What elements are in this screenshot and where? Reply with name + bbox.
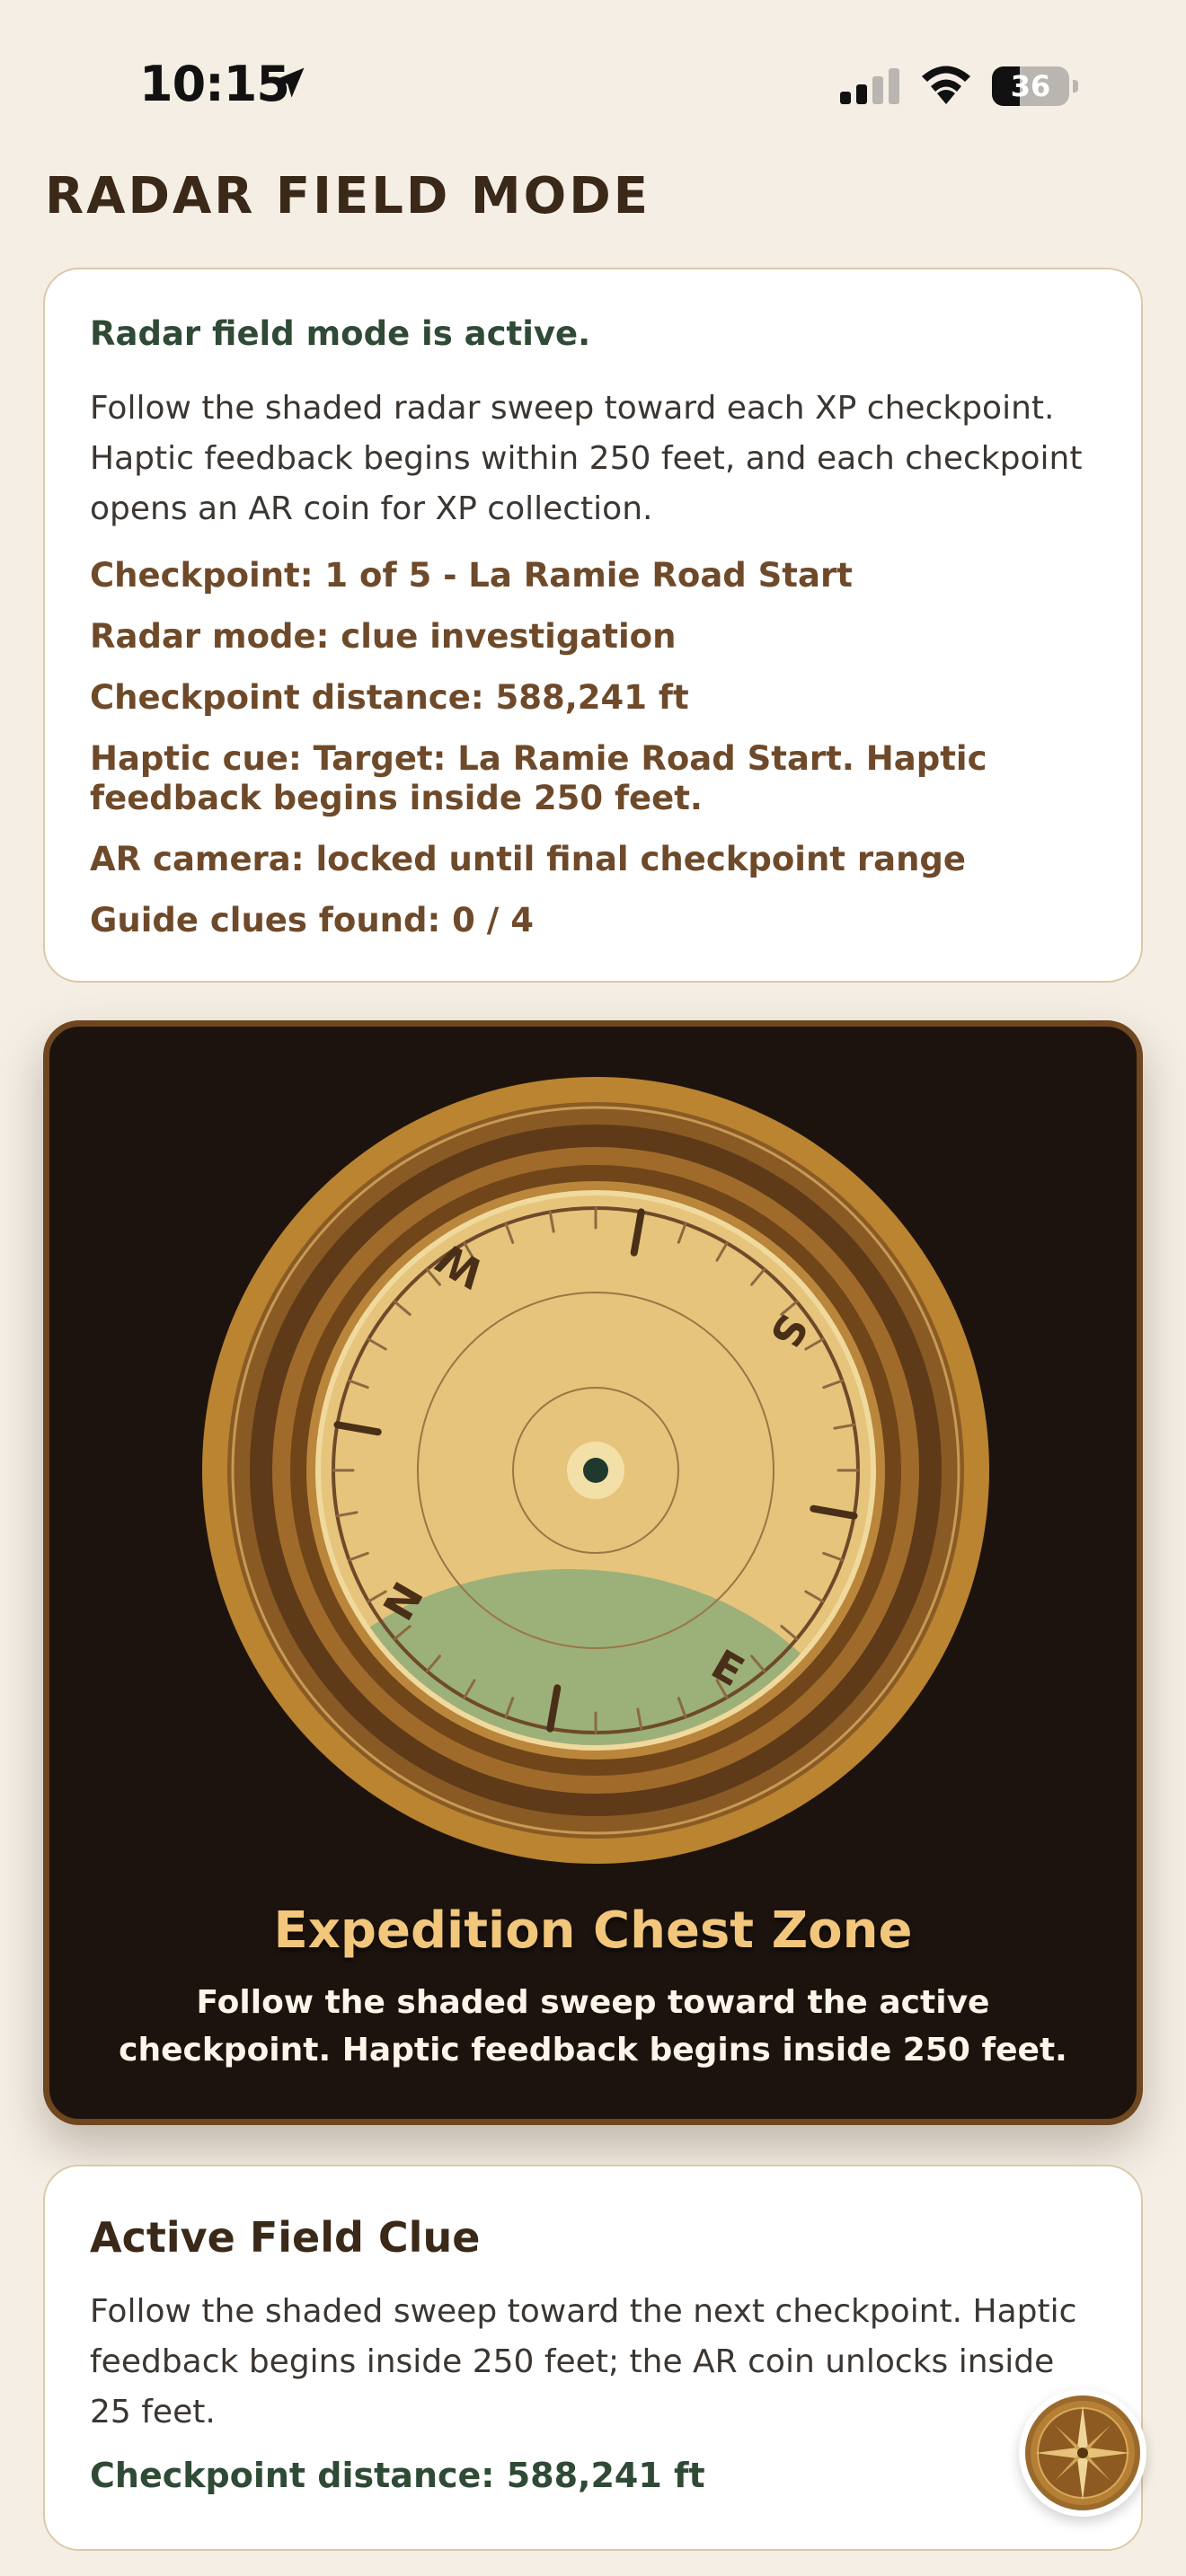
battery-icon: 36 <box>992 66 1078 106</box>
clue-title: Active Field Clue <box>90 2213 481 2262</box>
status-description: Follow the shaded radar sweep toward eac… <box>90 390 1083 527</box>
status-bar: 10:15 36 <box>0 0 1186 171</box>
radar-status-card: Radar field mode is active. Follow the s… <box>43 268 1143 983</box>
ar-camera-label: AR camera: locked until final checkpoint… <box>90 840 967 878</box>
radar-panel: W S E N Expedition Chest Zone Follow the… <box>43 1020 1143 2125</box>
zone-description: Follow the shaded sweep toward the activ… <box>119 1984 1067 2069</box>
radar-mode-label: Radar mode: clue investigation <box>90 617 677 656</box>
compass-button[interactable] <box>1019 2389 1146 2517</box>
radar-user-position <box>583 1458 608 1483</box>
checkpoint-label: Checkpoint: 1 of 5 - La Ramie Road Start <box>90 556 853 595</box>
clue-description: Follow the shaded sweep toward the next … <box>90 2293 1077 2430</box>
active-status-headline: Radar field mode is active. <box>90 314 591 353</box>
status-time: 10:15 <box>139 56 290 112</box>
haptic-cue-label: Haptic cue: Target: La Ramie Road Start.… <box>90 739 987 817</box>
page-title: RADAR FIELD MODE <box>45 167 651 225</box>
zone-title: Expedition Chest Zone <box>273 1901 913 1960</box>
wifi-icon <box>922 66 970 104</box>
guide-clues-label: Guide clues found: 0 / 4 <box>90 901 534 940</box>
battery-level: 36 <box>1010 69 1051 103</box>
radar-dial[interactable]: W S E N <box>200 1075 991 1866</box>
compass-rose-icon <box>1025 2395 1140 2510</box>
clue-checkpoint-distance: Checkpoint distance: 588,241 ft <box>90 2456 705 2495</box>
cellular-signal-icon <box>840 68 899 104</box>
checkpoint-distance-label: Checkpoint distance: 588,241 ft <box>90 678 689 717</box>
location-arrow-icon <box>274 67 305 98</box>
field-clue-card: Active Field Clue Follow the shaded swee… <box>43 2165 1143 2551</box>
